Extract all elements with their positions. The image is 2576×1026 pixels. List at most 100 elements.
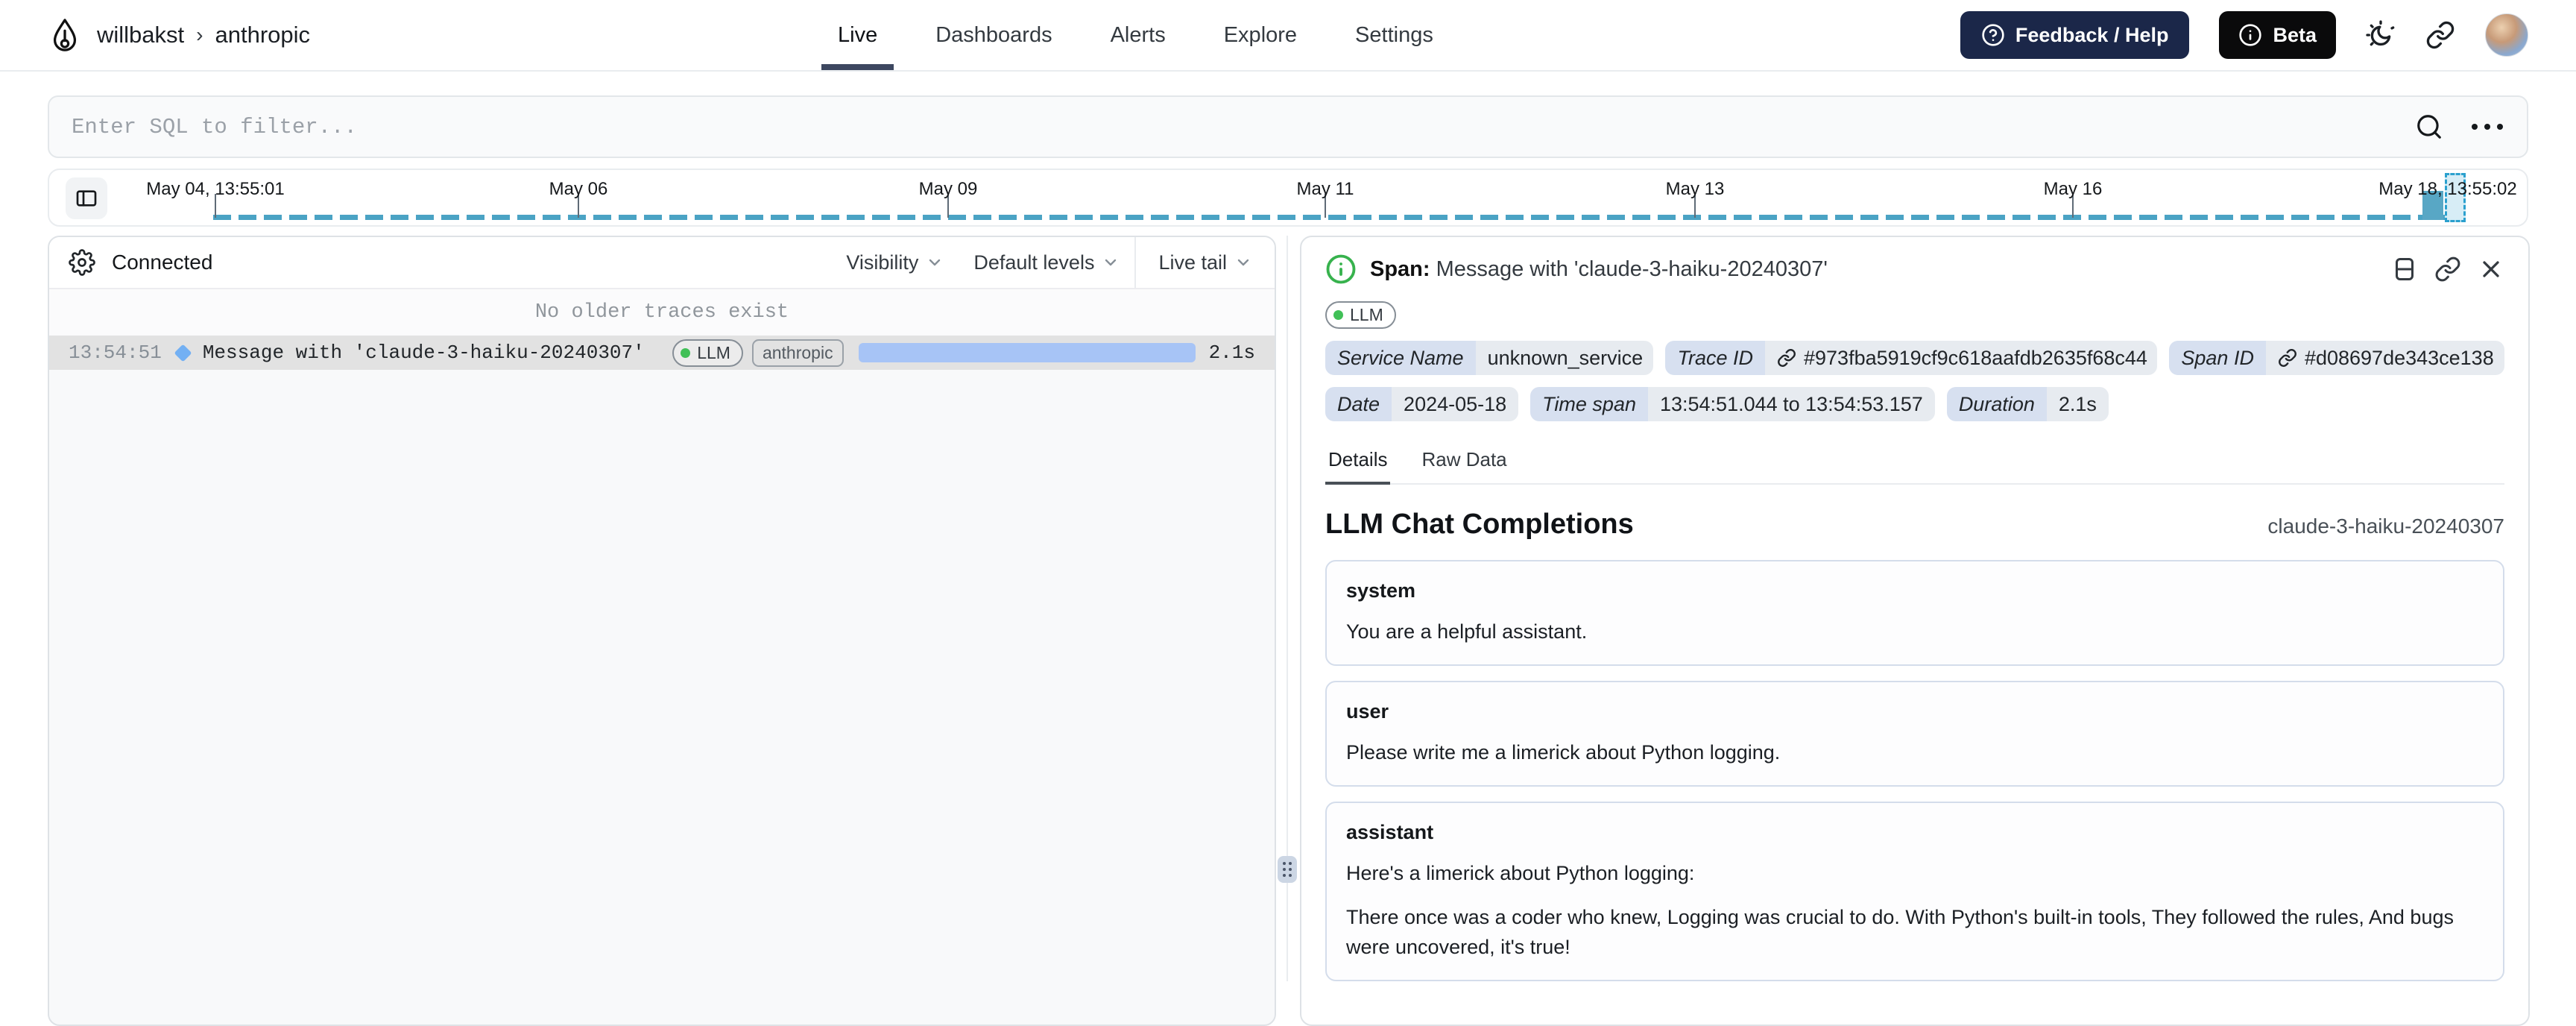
share-link-icon[interactable] [2425, 20, 2455, 50]
message-text: Please write me a limerick about Python … [1346, 741, 1781, 764]
trace-row[interactable]: 13:54:51 Message with 'claude-3-haiku-20… [49, 336, 1275, 370]
model-name: claude-3-haiku-20240307 [2267, 514, 2504, 538]
trace-id-value[interactable]: #973fba5919cf9c618aafdb2635f68c44 [1804, 347, 2147, 370]
duration-pill: Duration 2.1s [1946, 387, 2109, 421]
more-options-icon[interactable] [2470, 119, 2504, 134]
date-pill: Date 2024-05-18 [1325, 387, 1519, 421]
default-levels-dropdown[interactable]: Default levels [959, 237, 1134, 288]
link-icon[interactable] [1777, 348, 1796, 368]
message-text: Here's a limerick about Python logging: [1346, 862, 1695, 885]
tab-settings[interactable]: Settings [1355, 0, 1433, 70]
visibility-dropdown[interactable]: Visibility [831, 237, 959, 288]
timeline-tick-label: May 04, 13:55:01 [146, 179, 285, 199]
timeline-dashed-track [213, 215, 2448, 220]
span-meta-row-2: Date 2024-05-18 Time span 13:54:51.044 t… [1325, 387, 2504, 421]
visibility-label: Visibility [846, 251, 919, 274]
app-header: willbakst › anthropic Live Dashboards Al… [0, 0, 2576, 72]
span-id-value[interactable]: #d08697de343ce138 [2305, 347, 2494, 370]
link-icon[interactable] [2278, 348, 2297, 368]
trace-duration: 2.1s [1208, 342, 1255, 364]
breadcrumb: willbakst › anthropic [97, 22, 310, 48]
tab-alerts[interactable]: Alerts [1111, 0, 1166, 70]
trace-list-controls: Visibility Default levels Live tail [831, 237, 1275, 288]
timeline-tick-label: May 13 [1665, 179, 1725, 199]
message-text: There once was a coder who knew, Logging… [1346, 906, 2454, 958]
timeline-tick-label: May 09 [918, 179, 978, 199]
sidebar-toggle-icon[interactable] [66, 177, 107, 219]
meta-value: 13:54:51.044 to 13:54:53.157 [1647, 387, 1935, 421]
llm-tag-label: LLM [1350, 305, 1383, 324]
app: { "header": { "breadcrumb": { "org": "wi… [0, 0, 2576, 1026]
live-tail-dropdown[interactable]: Live tail [1136, 237, 1275, 288]
service-name-pill: Service Name unknown_service [1325, 341, 1654, 375]
default-levels-label: Default levels [973, 251, 1095, 274]
info-circle-icon [2238, 23, 2262, 47]
message-role: assistant [1346, 821, 1434, 844]
span-meta-row-1: Service Name unknown_service Trace ID #9… [1325, 341, 2504, 375]
chevron-down-icon [926, 254, 944, 271]
green-dot-icon [1333, 310, 1343, 320]
span-title-text: Message with 'claude-3-haiku-20240307' [1436, 256, 1828, 281]
meta-value: #973fba5919cf9c618aafdb2635f68c44 [1765, 341, 2158, 375]
tab-live[interactable]: Live [821, 0, 894, 70]
tab-dashboards[interactable]: Dashboards [935, 0, 1052, 70]
span-tags: LLM [1325, 301, 2504, 329]
tab-explore[interactable]: Explore [1224, 0, 1297, 70]
app-logo-icon[interactable] [48, 18, 82, 52]
close-icon[interactable] [2478, 256, 2504, 283]
anthropic-badge: anthropic [751, 339, 844, 367]
timeline-tick-label: May 18, 13:55:02 [2378, 179, 2517, 199]
beta-label: Beta [2273, 23, 2317, 46]
span-detail-tabs: Details Raw Data [1325, 442, 2504, 485]
span-info-icon [1325, 254, 1357, 285]
meta-label: Duration [1946, 387, 2047, 421]
message-role: user [1346, 700, 1389, 723]
no-older-traces-notice: No older traces exist [49, 289, 1275, 336]
span-title: Span: Message with 'claude-3-haiku-202403… [1370, 257, 1828, 282]
question-circle-icon [1981, 23, 2005, 47]
theme-toggle-icon[interactable] [2366, 20, 2396, 50]
breadcrumb-org[interactable]: willbakst [97, 22, 184, 48]
feedback-help-label: Feedback / Help [2015, 23, 2169, 46]
message-card-assistant: assistant Here's a limerick about Python… [1325, 802, 2504, 981]
duration-bar [858, 343, 1196, 362]
tab-raw-data[interactable]: Raw Data [1418, 442, 1509, 485]
trace-title: Message with 'claude-3-haiku-20240307' [202, 342, 645, 364]
meta-value: 2024-05-18 [1392, 387, 1519, 421]
span-id-pill: Span ID #d08697de343ce138 [2169, 341, 2504, 375]
llm-badge: LLM [672, 339, 743, 367]
filter-actions [2415, 113, 2504, 141]
time-range-chart: May 04, 13:55:01 May 06 May 09 May 11 Ma… [48, 169, 2528, 227]
meta-label: Span ID [2169, 341, 2266, 375]
span-details-panel: Span: Message with 'claude-3-haiku-202403… [1300, 236, 2530, 1026]
meta-value: #d08697de343ce138 [2265, 341, 2504, 375]
sql-filter-bar [48, 95, 2528, 158]
user-avatar[interactable] [2485, 13, 2528, 57]
section-title: LLM Chat Completions [1325, 509, 1634, 540]
copy-link-icon[interactable] [2434, 256, 2461, 283]
split-view-icon[interactable] [2391, 256, 2418, 283]
timeline-tick-label: May 11 [1296, 179, 1354, 199]
chat-messages: system You are a helpful assistant. user… [1325, 560, 2504, 981]
llm-tag[interactable]: LLM [1325, 301, 1396, 329]
gear-icon[interactable] [69, 249, 95, 276]
live-tail-label: Live tail [1158, 251, 1227, 274]
meta-label: Trace ID [1665, 341, 1765, 375]
llm-section-header: LLM Chat Completions claude-3-haiku-2024… [1325, 509, 2504, 541]
feedback-help-button[interactable]: Feedback / Help [1960, 11, 2190, 59]
trace-row-right: LLM anthropic 2.1s [672, 339, 1255, 367]
beta-button[interactable]: Beta [2219, 11, 2336, 59]
sql-filter-input[interactable] [72, 114, 2415, 139]
breadcrumb-project[interactable]: anthropic [215, 22, 310, 48]
span-label: Span: [1370, 256, 1430, 281]
message-role: system [1346, 579, 1416, 602]
meta-label: Date [1325, 387, 1392, 421]
search-icon[interactable] [2415, 113, 2443, 141]
main-nav: Live Dashboards Alerts Explore Settings [821, 0, 1433, 70]
tab-details[interactable]: Details [1325, 442, 1391, 485]
chevron-down-icon [1102, 254, 1120, 271]
trace-list-panel: Connected Visibility Default levels Live… [48, 236, 1276, 1026]
breadcrumb-separator-icon: › [196, 23, 203, 46]
panel-resize-handle[interactable] [1278, 856, 1297, 883]
message-card-user: user Please write me a limerick about Py… [1325, 681, 2504, 787]
